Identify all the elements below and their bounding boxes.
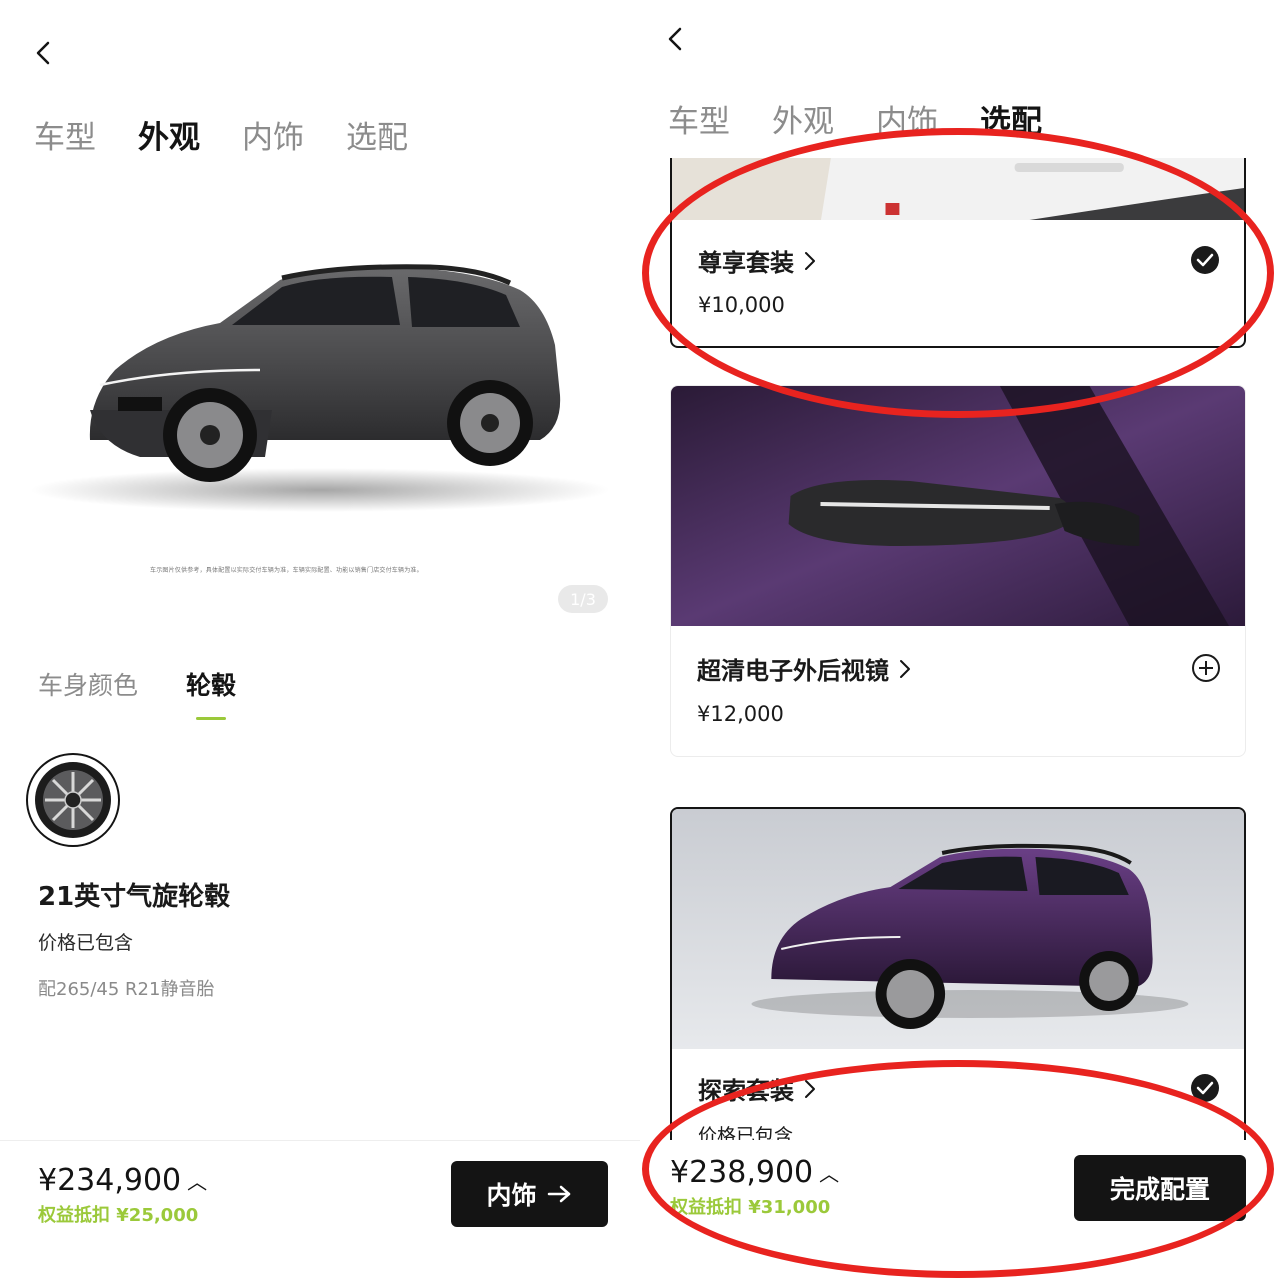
- option-title-text: 探索套装: [698, 1077, 794, 1105]
- back-button[interactable]: [660, 24, 690, 54]
- check-circle-icon[interactable]: [1190, 1073, 1220, 1103]
- wheel-option-thumbnail[interactable]: [26, 753, 120, 847]
- option-title-text: 超清电子外后视镜: [697, 657, 889, 685]
- total-price[interactable]: ¥238,900 ︿: [670, 1155, 839, 1190]
- front-wheel: [163, 388, 257, 482]
- image-disclaimer: 车示图片仅供参考，具体配置以实际交付车辆为准，车辆实际配置、功能以销售门店交付车…: [150, 567, 423, 574]
- exterior-config-screen: 车型 外观 内饰 选配 车示图片仅供参考，具体配置以实际交付车辆为准，车辆实际配…: [0, 0, 640, 1280]
- total-price-value: ¥238,900: [670, 1155, 814, 1190]
- option-price: ¥12,000: [697, 702, 784, 726]
- options-config-screen: 车型 外观 内饰 选配 尊享套装 ¥10,000 超清电子外后视镜 ¥12,00…: [640, 0, 1280, 1280]
- option-title: 尊享套装: [698, 243, 816, 278]
- arrow-right-icon: [547, 1185, 570, 1203]
- tab-options[interactable]: 选配: [346, 112, 408, 157]
- option-card-premium-package[interactable]: 尊享套装 ¥10,000: [670, 158, 1246, 348]
- exterior-subtabs: 车身颜色 轮毂: [38, 666, 236, 702]
- total-price[interactable]: ¥234,900 ︿: [38, 1163, 207, 1198]
- tab-interior[interactable]: 内饰: [876, 96, 938, 141]
- tab-exterior[interactable]: 外观: [138, 112, 200, 157]
- explore-package-image: [672, 809, 1244, 1049]
- discount-text: 权益抵扣 ¥25,000: [38, 1205, 199, 1226]
- chevron-up-icon: ︿: [187, 1170, 208, 1194]
- chevron-right-icon: [805, 251, 815, 270]
- price-bar: ¥238,900 ︿ 权益抵扣 ¥31,000 完成配置: [640, 1140, 1280, 1280]
- price-bar: ¥234,900 ︿ 权益抵扣 ¥25,000 内饰: [0, 1140, 640, 1280]
- config-tabs: 车型 外观 内饰 选配: [668, 96, 1042, 141]
- tab-interior[interactable]: 内饰: [242, 112, 304, 157]
- discount-text: 权益抵扣 ¥31,000: [670, 1197, 831, 1218]
- check-circle-icon[interactable]: [1190, 245, 1220, 275]
- back-button[interactable]: [28, 38, 58, 68]
- chevron-left-icon: [36, 41, 50, 65]
- tab-model[interactable]: 车型: [34, 112, 96, 157]
- digital-mirror-image: [671, 386, 1245, 626]
- subtab-body-color[interactable]: 车身颜色: [38, 666, 138, 702]
- plus-circle-icon[interactable]: [1191, 653, 1221, 683]
- finish-config-button[interactable]: 完成配置: [1074, 1155, 1246, 1221]
- tab-exterior[interactable]: 外观: [772, 96, 834, 141]
- car-hero-image[interactable]: [20, 195, 630, 625]
- next-interior-button[interactable]: 内饰: [451, 1161, 608, 1227]
- chevron-left-icon: [668, 27, 682, 51]
- image-pager: 1/3: [558, 585, 608, 613]
- subtab-wheels[interactable]: 轮毂: [186, 666, 236, 702]
- chevron-right-icon: [900, 659, 910, 678]
- wheel-rim-icon: [35, 762, 111, 838]
- option-title: 探索套装: [698, 1071, 816, 1106]
- wheel-name: 21英寸气旋轮毂: [38, 882, 231, 912]
- option-title-text: 尊享套装: [698, 249, 794, 277]
- chevron-up-icon: ︿: [819, 1162, 840, 1186]
- premium-package-image: [672, 158, 1244, 220]
- option-card-digital-mirror[interactable]: 超清电子外后视镜 ¥12,000: [670, 385, 1246, 757]
- wheel-price-note: 价格已包含: [38, 932, 134, 954]
- option-title: 超清电子外后视镜: [697, 651, 911, 686]
- chevron-right-icon: [805, 1079, 815, 1098]
- next-button-label: 内饰: [486, 1181, 537, 1210]
- option-price: ¥10,000: [698, 293, 785, 317]
- config-tabs: 车型 外观 内饰 选配: [34, 112, 408, 157]
- tab-model[interactable]: 车型: [668, 96, 730, 141]
- total-price-value: ¥234,900: [38, 1163, 182, 1198]
- tab-options[interactable]: 选配: [980, 96, 1042, 141]
- wheel-tire-spec: 配265/45 R21静音胎: [38, 979, 215, 1000]
